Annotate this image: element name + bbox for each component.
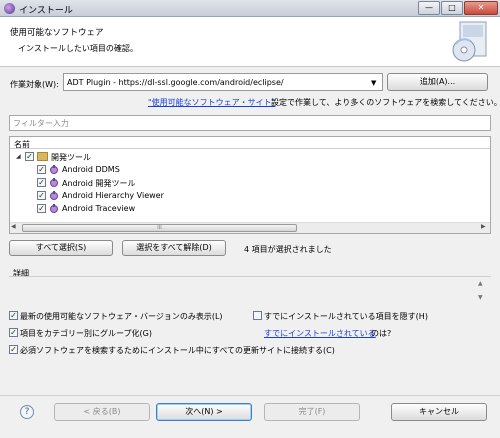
item-checkbox-ddms[interactable]: ✓ xyxy=(37,165,46,174)
select-all-button[interactable]: すべて選択(S) xyxy=(9,240,113,256)
item-checkbox-traceview[interactable]: ✓ xyxy=(37,204,46,213)
page-title: 使用可能なソフトウェア xyxy=(10,28,104,38)
tree-group-label: 開発ツール xyxy=(51,153,91,162)
help-icon[interactable]: ? xyxy=(20,405,34,419)
page-description: インストールしたい項目の確認。 xyxy=(18,44,138,53)
site-combo-value: ADT Plugin - https://dl-ssl.google.com/a… xyxy=(67,78,284,87)
maximize-button[interactable]: □ xyxy=(441,1,463,15)
contact-sites-label[interactable]: 必須ソフトウェアを検索するためにインストール中にすべての更新サイトに接続する(C… xyxy=(20,345,335,356)
scroll-left-icon[interactable]: ◀ xyxy=(11,223,16,230)
column-name-label: 名前 xyxy=(14,140,30,149)
already-installed-link[interactable]: すでにインストールされている xyxy=(264,328,376,339)
filter-input[interactable] xyxy=(9,115,491,131)
finish-button[interactable]: 完了(F) xyxy=(264,403,360,421)
folder-icon xyxy=(37,152,48,161)
tree-item-label[interactable]: Android Hierarchy Viewer xyxy=(62,191,164,200)
item-checkbox-adt[interactable]: ✓ xyxy=(37,178,46,187)
wizard-header xyxy=(0,17,500,67)
available-sites-link[interactable]: "使用可能なソフトウェア・サイト" xyxy=(148,97,275,108)
scroll-right-icon[interactable]: ▶ xyxy=(481,223,486,230)
minimize-button[interactable]: — xyxy=(418,1,440,15)
expand-arrow-icon[interactable]: ◢ xyxy=(16,153,21,160)
footer-divider xyxy=(0,395,500,396)
details-area xyxy=(9,276,491,304)
plugin-icon xyxy=(49,178,59,188)
deselect-all-button[interactable]: 選択をすべて解除(D) xyxy=(122,240,226,256)
hide-installed-checkbox[interactable] xyxy=(253,311,262,320)
tree-item-label[interactable]: Android Traceview xyxy=(62,204,135,213)
work-with-label: 作業対象(W): xyxy=(10,80,59,89)
add-site-button[interactable]: 追加(A)... xyxy=(387,73,488,91)
back-button[interactable]: < 戻る(B) xyxy=(54,403,150,421)
install-disc-icon xyxy=(446,20,494,64)
group-by-category-checkbox[interactable]: ✓ xyxy=(9,328,18,337)
hide-installed-label[interactable]: すでにインストールされている項目を隠す(H) xyxy=(264,311,428,322)
next-button[interactable]: 次へ(N) > xyxy=(156,403,252,421)
scroll-down-icon[interactable]: ▼ xyxy=(478,294,483,301)
scroll-thumb[interactable]: III xyxy=(22,224,297,232)
group-by-category-label[interactable]: 項目をカテゴリー別にグループ化(G) xyxy=(20,328,152,339)
close-button[interactable]: ✕ xyxy=(464,1,498,15)
plugin-icon xyxy=(49,191,59,201)
selected-count-text: 4 項目が選択されました xyxy=(244,245,332,254)
cancel-button[interactable]: キャンセル xyxy=(391,403,487,421)
plugin-icon xyxy=(49,204,59,214)
tree-item-label[interactable]: Android 開発ツール xyxy=(62,178,135,189)
contact-sites-checkbox[interactable]: ✓ xyxy=(9,345,18,354)
hint-text: 設定で作業して、より多くのソフトウェアを検索してください。 xyxy=(271,98,500,107)
tree-column-header[interactable] xyxy=(10,137,490,149)
plugin-icon xyxy=(49,165,59,175)
chevron-down-icon[interactable]: ▼ xyxy=(371,79,376,87)
window-title: インストール xyxy=(19,6,73,16)
latest-only-label[interactable]: 最新の使用可能なソフトウェア・バージョンのみ表示(L) xyxy=(20,311,223,322)
eclipse-app-icon xyxy=(4,3,15,14)
group-checkbox[interactable]: ✓ xyxy=(25,152,34,161)
latest-only-checkbox[interactable]: ✓ xyxy=(9,311,18,320)
already-installed-suffix: のは? xyxy=(371,329,392,338)
tree-item-label[interactable]: Android DDMS xyxy=(62,165,120,174)
item-checkbox-hierarchy-viewer[interactable]: ✓ xyxy=(37,191,46,200)
scroll-up-icon[interactable]: ▲ xyxy=(478,280,483,287)
